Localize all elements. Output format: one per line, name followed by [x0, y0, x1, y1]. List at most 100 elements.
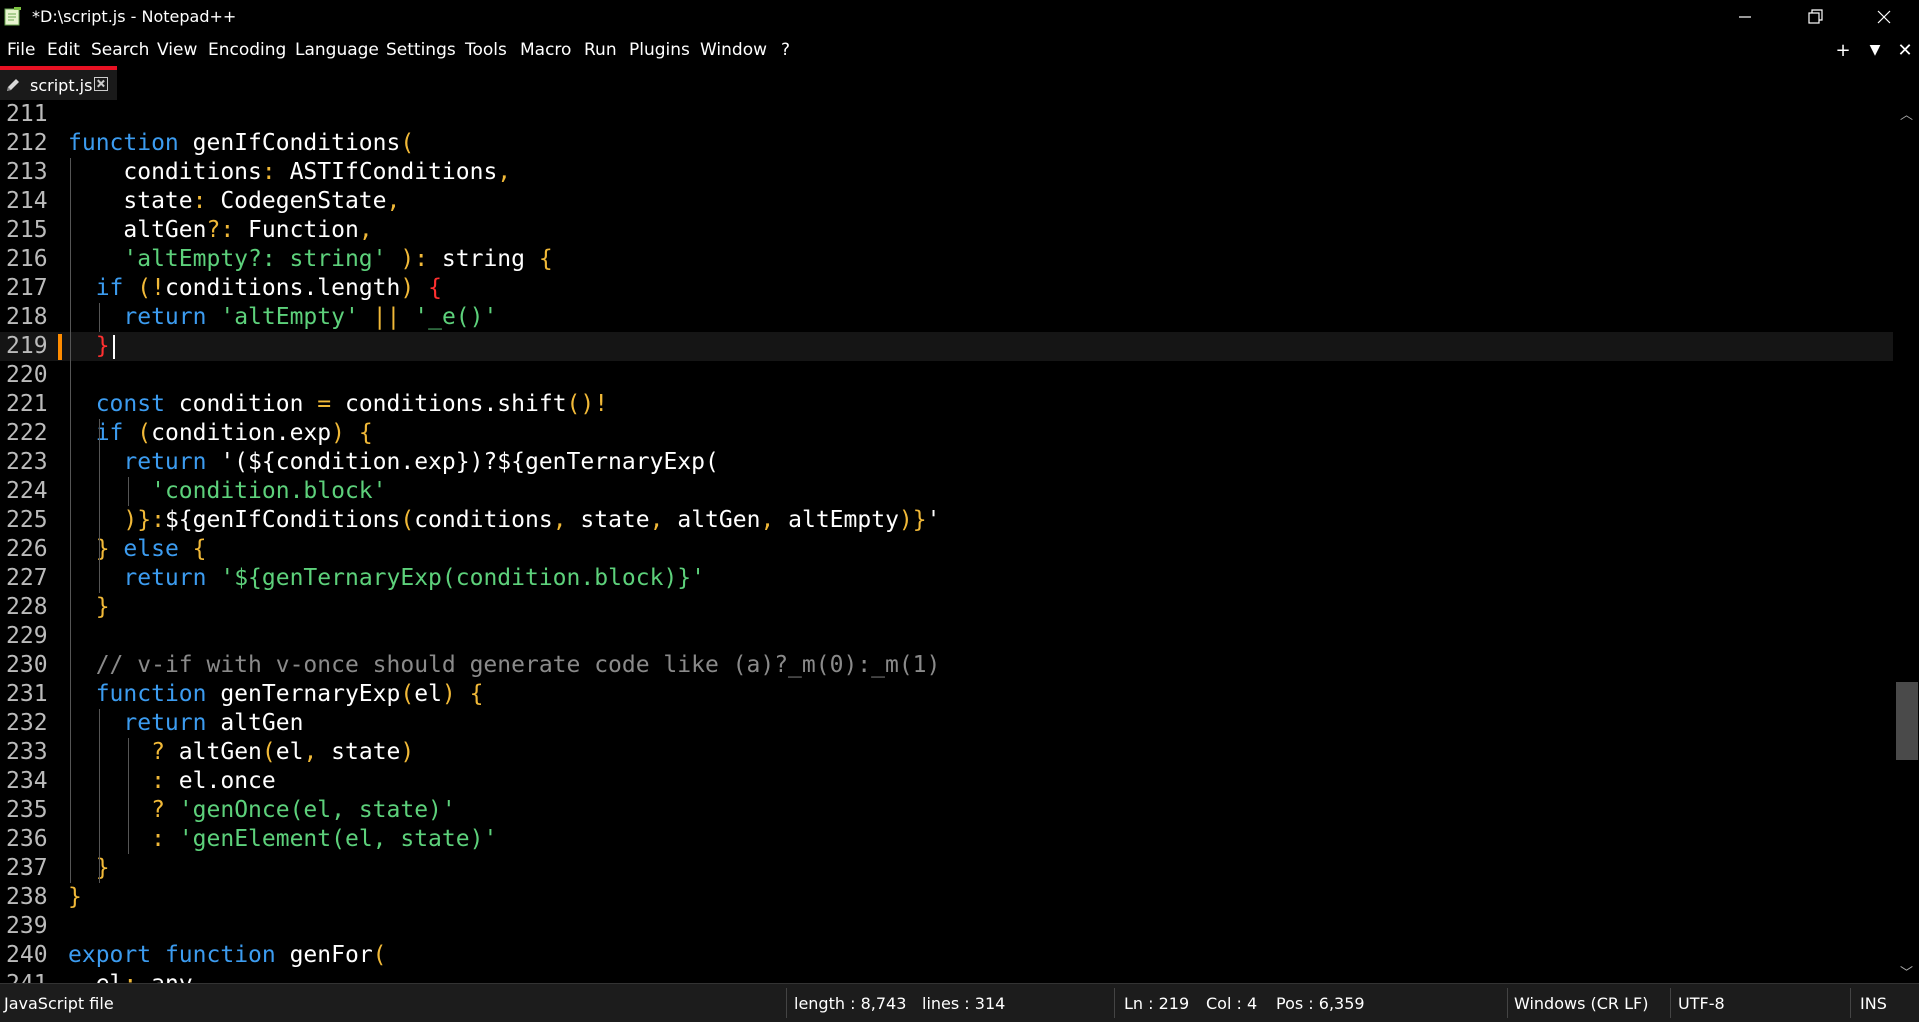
line-number: 241: [6, 970, 56, 983]
line-number: 213: [6, 159, 48, 185]
code-line[interactable]: 218 return 'altEmpty' || '_e()': [0, 303, 1893, 332]
line-number: 226: [6, 536, 48, 562]
status-insert-mode[interactable]: INS: [1860, 994, 1887, 1013]
vertical-scrollbar[interactable]: ︿ ﹀: [1893, 100, 1919, 983]
code-line[interactable]: 223 return '(${condition.exp})?${genTern…: [0, 448, 1893, 477]
code-line[interactable]: 240 export function genFor(: [0, 941, 1893, 970]
code-text: state: CodegenState,: [68, 188, 401, 214]
status-file-type: JavaScript file: [4, 994, 114, 1013]
status-separator: [1114, 988, 1115, 1018]
scrollbar-thumb[interactable]: [1896, 682, 1918, 760]
code-line[interactable]: 237 }: [0, 854, 1893, 883]
code-line[interactable]: 215 altGen?: Function,: [0, 216, 1893, 245]
code-text: export function genFor(: [68, 942, 387, 968]
minimize-button[interactable]: [1710, 0, 1780, 34]
code-text: return 'altEmpty' || '_e()': [123, 304, 498, 330]
code-line[interactable]: 222 if (condition.exp) {: [0, 419, 1893, 448]
line-number: 232: [6, 710, 48, 736]
menu-language[interactable]: Language: [295, 40, 379, 60]
code-line[interactable]: 213 conditions: ASTIfConditions,: [0, 158, 1893, 187]
code-text: const condition = conditions.shift()!: [95, 391, 609, 417]
menu-file[interactable]: File: [7, 40, 35, 60]
code-editor[interactable]: 211 212 function genIfConditions(213 condi…: [0, 100, 1919, 983]
code-line[interactable]: 239: [0, 912, 1893, 941]
tab-script-js[interactable]: script.js: [0, 66, 117, 100]
code-line[interactable]: 236 : 'genElement(el, state)': [0, 825, 1893, 854]
line-number: 211: [6, 101, 48, 127]
code-text: ? 'genOnce(el, state)': [151, 797, 456, 823]
status-encoding[interactable]: UTF-8: [1678, 994, 1725, 1013]
line-number: 237: [6, 855, 48, 881]
menu-view[interactable]: View: [157, 40, 197, 60]
line-number: 217: [6, 275, 48, 301]
status-eol[interactable]: Windows (CR LF): [1514, 994, 1648, 1013]
menu-encoding[interactable]: Encoding: [208, 40, 286, 60]
line-number: 233: [6, 739, 48, 765]
menu-settings[interactable]: Settings: [386, 40, 456, 60]
code-line[interactable]: 211: [0, 100, 1893, 129]
text-caret: [112, 335, 115, 359]
menu-macro[interactable]: Macro: [520, 40, 571, 60]
code-line[interactable]: 216 'altEmpty?: string' ): string {: [0, 245, 1893, 274]
line-number: 240: [6, 942, 48, 968]
code-line[interactable]: 224 'condition.block': [0, 477, 1893, 506]
code-line[interactable]: 226 } else {: [0, 535, 1893, 564]
code-line[interactable]: 230 // v-if with v-once should generate …: [0, 651, 1893, 680]
scroll-up-arrow-icon[interactable]: ︿: [1900, 104, 1913, 123]
menu-window[interactable]: Window: [700, 40, 767, 60]
indent-guide: [99, 303, 100, 332]
restore-button[interactable]: [1780, 0, 1850, 34]
close-doc-icon[interactable]: ✕: [1892, 38, 1918, 62]
code-line[interactable]: 231 function genTernaryExp(el) {: [0, 680, 1893, 709]
code-text: ? altGen(el, state): [151, 739, 415, 765]
code-line[interactable]: 229: [0, 622, 1893, 651]
status-separator: [1850, 988, 1851, 1018]
status-column: Col : 4: [1206, 994, 1258, 1013]
code-text: if (condition.exp) {: [95, 420, 373, 446]
code-text: // v-if with v-once should generate code…: [95, 652, 941, 678]
code-line[interactable]: 235 ? 'genOnce(el, state)': [0, 796, 1893, 825]
code-line[interactable]: 217 if (!conditions.length) {: [0, 274, 1893, 303]
line-number: 224: [6, 478, 48, 504]
line-number: 227: [6, 565, 48, 591]
code-line[interactable]: 233 ? altGen(el, state): [0, 738, 1893, 767]
code-line[interactable]: 234 : el.once: [0, 767, 1893, 796]
status-bar: JavaScript file length : 8,743 lines : 3…: [0, 983, 1919, 1022]
line-number: 239: [6, 913, 48, 939]
menu-plugins[interactable]: Plugins: [629, 40, 690, 60]
line-number: 216: [6, 246, 48, 272]
code-line[interactable]: 228 }: [0, 593, 1893, 622]
notepad-plus-plus-icon: [4, 7, 21, 26]
tab-list-dropdown-icon[interactable]: ▼: [1862, 38, 1888, 62]
line-number: 214: [6, 188, 48, 214]
menu-tools[interactable]: Tools: [465, 40, 507, 60]
code-line[interactable]: 241 el: any: [0, 970, 1893, 983]
code-line[interactable]: 221 const condition = conditions.shift()…: [0, 390, 1893, 419]
code-line[interactable]: 232 return altGen: [0, 709, 1893, 738]
status-position: Pos : 6,359: [1276, 994, 1365, 1013]
code-line[interactable]: 227 return '${genTernaryExp(condition.bl…: [0, 564, 1893, 593]
indent-guide: [70, 158, 71, 303]
line-number: 212: [6, 130, 48, 156]
line-number: 219: [6, 333, 48, 359]
status-line-number: Ln : 219: [1124, 994, 1190, 1013]
line-number: 215: [6, 217, 48, 243]
new-tab-plus-icon[interactable]: +: [1830, 38, 1856, 62]
menu-search[interactable]: Search: [91, 40, 149, 60]
code-line[interactable]: 238}: [0, 883, 1893, 912]
code-line[interactable]: 225 )}:${genIfConditions(conditions, sta…: [0, 506, 1893, 535]
code-line[interactable]: 214 state: CodegenState,: [0, 187, 1893, 216]
menu-run[interactable]: Run: [584, 40, 617, 60]
close-window-button[interactable]: [1849, 0, 1919, 34]
line-number: 229: [6, 623, 48, 649]
line-number: 228: [6, 594, 48, 620]
change-history-marker: [58, 334, 62, 360]
code-line[interactable]: 212 function genIfConditions(: [0, 129, 1893, 158]
code-text: }: [95, 594, 110, 620]
scroll-down-arrow-icon[interactable]: ﹀: [1900, 962, 1913, 981]
code-line[interactable]: 220: [0, 361, 1893, 390]
code-line[interactable]: 219 }: [0, 332, 1893, 361]
menu-help[interactable]: ?: [781, 40, 790, 60]
tab-close-icon[interactable]: [94, 77, 108, 91]
menu-edit[interactable]: Edit: [47, 40, 80, 60]
